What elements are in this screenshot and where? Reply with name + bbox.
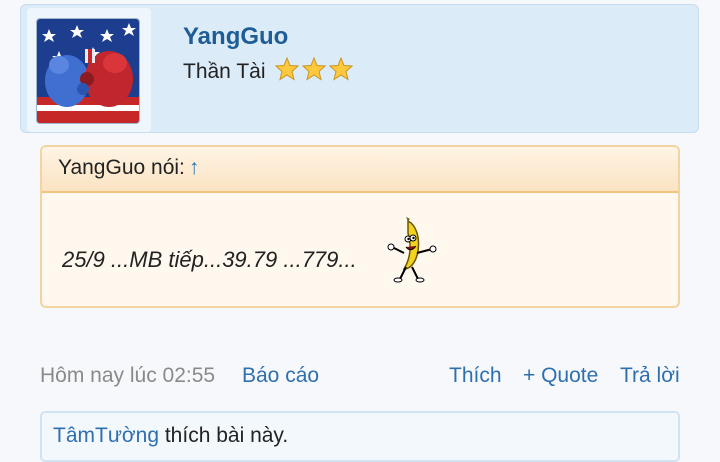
reply-link[interactable]: Trả lời xyxy=(620,364,680,388)
user-title: Thần Tài xyxy=(183,56,354,87)
avatar[interactable] xyxy=(36,18,140,124)
quote-jump-arrow[interactable]: ↑ xyxy=(189,156,200,179)
liker-name[interactable]: TâmTường xyxy=(53,424,159,447)
post-date: Hôm nay lúc 02:55 xyxy=(40,364,216,387)
likes-suffix: thích bài này. xyxy=(159,424,289,447)
quote-block: YangGuo nói: ↑ 25/9 ...MB tiếp...39.79 ..… xyxy=(40,145,680,308)
likes-summary: TâmTường thích bài này. xyxy=(40,411,680,462)
avatar-frame xyxy=(27,8,151,132)
star-icon xyxy=(328,56,354,81)
report-link[interactable]: Báo cáo xyxy=(242,364,319,388)
dancing-banana-icon xyxy=(387,217,437,283)
quote-header: YangGuo nói: ↑ xyxy=(42,147,678,193)
quote-text: 25/9 ...MB tiếp...39.79 ...779... xyxy=(62,247,357,272)
quote-author-label: YangGuo nói: xyxy=(58,156,185,179)
star-icon xyxy=(275,56,300,81)
quote-link[interactable]: + Quote xyxy=(523,364,598,388)
rank-stars xyxy=(275,56,354,87)
like-link[interactable]: Thích xyxy=(449,364,502,388)
user-title-text: Thần Tài xyxy=(183,60,266,83)
user-card: YangGuo Thần Tài xyxy=(20,4,699,133)
avatar-image xyxy=(37,19,139,123)
username[interactable]: YangGuo xyxy=(183,23,288,51)
star-icon xyxy=(301,56,327,81)
